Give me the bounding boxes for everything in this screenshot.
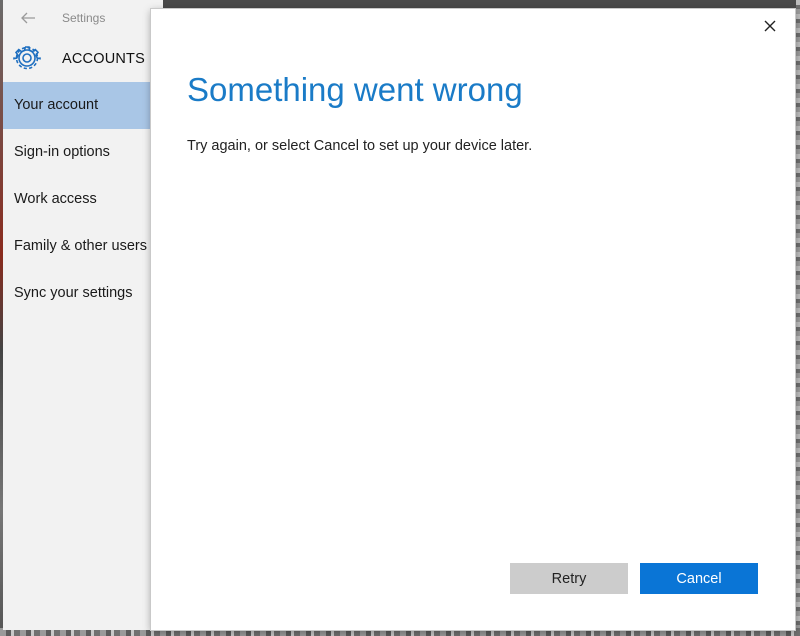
section-header: ACCOUNTS <box>3 40 163 76</box>
error-dialog: Something went wrong Try again, or selec… <box>151 9 795 630</box>
app-title: Settings <box>62 11 106 25</box>
gear-icon <box>13 44 41 72</box>
desktop-background-right <box>796 0 800 636</box>
dialog-message: Try again, or select Cancel to set up yo… <box>187 138 533 154</box>
cancel-button[interactable]: Cancel <box>640 563 758 594</box>
settings-nav: Your account Sign-in options Work access… <box>3 82 163 317</box>
back-arrow-icon[interactable] <box>19 9 37 27</box>
nav-item-sync-settings[interactable]: Sync your settings <box>3 270 163 317</box>
settings-window: Settings ACCOUNTS Your account Sign-in o… <box>3 0 163 630</box>
dialog-title: Something went wrong <box>187 71 523 108</box>
section-title: ACCOUNTS <box>62 51 145 67</box>
nav-item-family-other-users[interactable]: Family & other users <box>3 223 163 270</box>
nav-item-your-account[interactable]: Your account <box>3 82 163 129</box>
nav-item-sign-in-options[interactable]: Sign-in options <box>3 129 163 176</box>
close-button[interactable] <box>757 15 783 41</box>
retry-button[interactable]: Retry <box>510 563 628 594</box>
nav-item-work-access[interactable]: Work access <box>3 176 163 223</box>
close-icon <box>764 19 776 37</box>
settings-titlebar: Settings <box>3 0 163 36</box>
